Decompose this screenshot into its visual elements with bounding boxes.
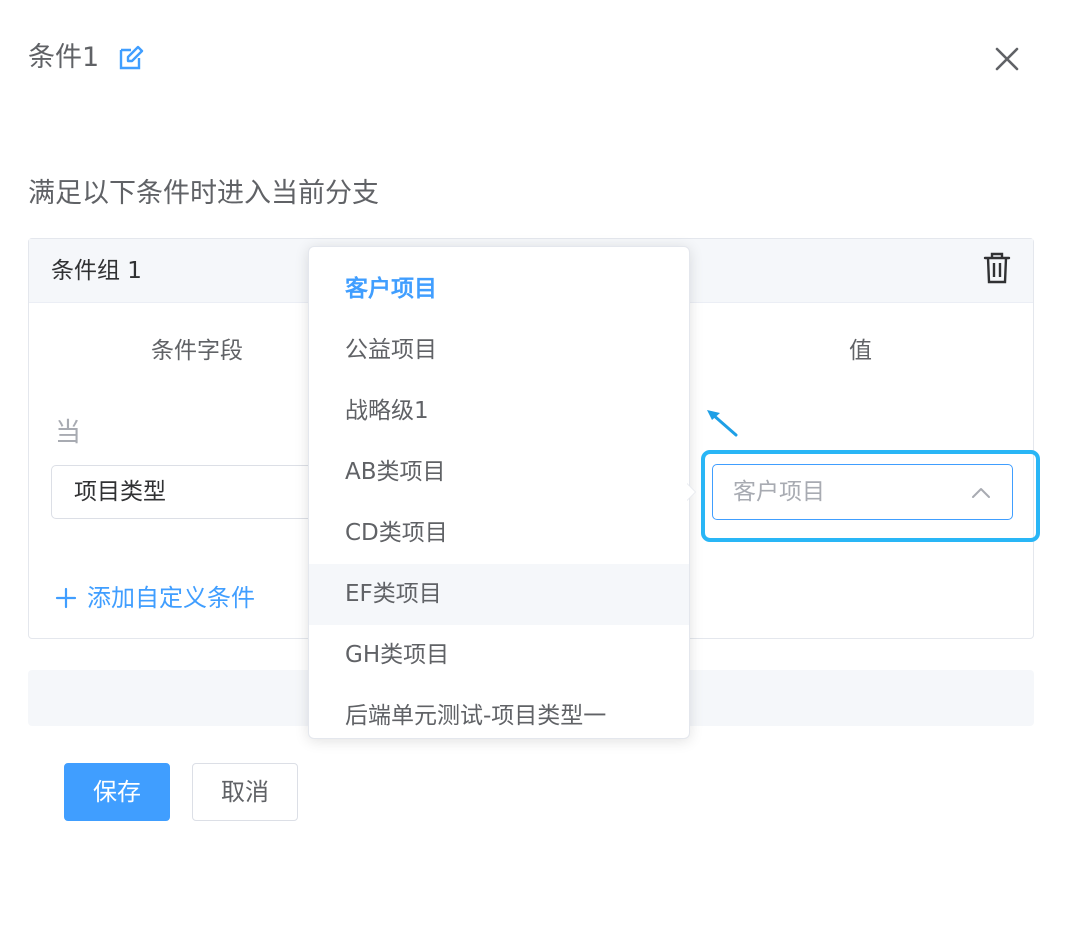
dropdown-caret xyxy=(686,483,695,501)
condition-description: 满足以下条件时进入当前分支 xyxy=(28,178,379,209)
save-button[interactable]: 保存 xyxy=(64,763,170,821)
dropdown-option[interactable]: 战略级1 xyxy=(309,381,689,442)
value-header: 值 xyxy=(849,338,872,364)
add-custom-condition-button[interactable]: 添加自定义条件 xyxy=(55,581,255,615)
plus-icon xyxy=(55,587,77,609)
dropdown-option[interactable]: 公益项目 xyxy=(309,320,689,381)
dropdown-option[interactable]: GH类项目 xyxy=(309,625,689,686)
condition-group-title: 条件组 1 xyxy=(51,258,142,284)
dropdown-option[interactable]: 客户项目 xyxy=(309,259,689,320)
dropdown-option[interactable]: AB类项目 xyxy=(309,442,689,503)
condition-field-header: 条件字段 xyxy=(151,338,243,364)
annotation-arrow-icon xyxy=(707,410,738,437)
dialog-title: 条件1 xyxy=(28,42,100,73)
dropdown-option[interactable]: CD类项目 xyxy=(309,503,689,564)
close-icon[interactable] xyxy=(990,42,1024,76)
condition-field-select[interactable]: 项目类型 xyxy=(51,465,321,519)
cancel-button[interactable]: 取消 xyxy=(192,763,298,821)
edit-icon[interactable] xyxy=(118,45,144,71)
value-dropdown: 客户项目 公益项目 战略级1 AB类项目 CD类项目 EF类项目 GH类项目 后… xyxy=(308,246,690,739)
trash-icon[interactable] xyxy=(981,251,1013,285)
add-custom-condition-label: 添加自定义条件 xyxy=(87,584,255,612)
value-select[interactable]: 客户项目 xyxy=(712,464,1013,520)
when-label: 当 xyxy=(55,418,82,448)
dropdown-option[interactable]: 后端单元测试-项目类型一 xyxy=(309,686,689,738)
dropdown-option[interactable]: EF类项目 xyxy=(309,564,689,625)
chevron-up-icon xyxy=(972,488,990,498)
value-select-placeholder: 客户项目 xyxy=(733,479,825,505)
